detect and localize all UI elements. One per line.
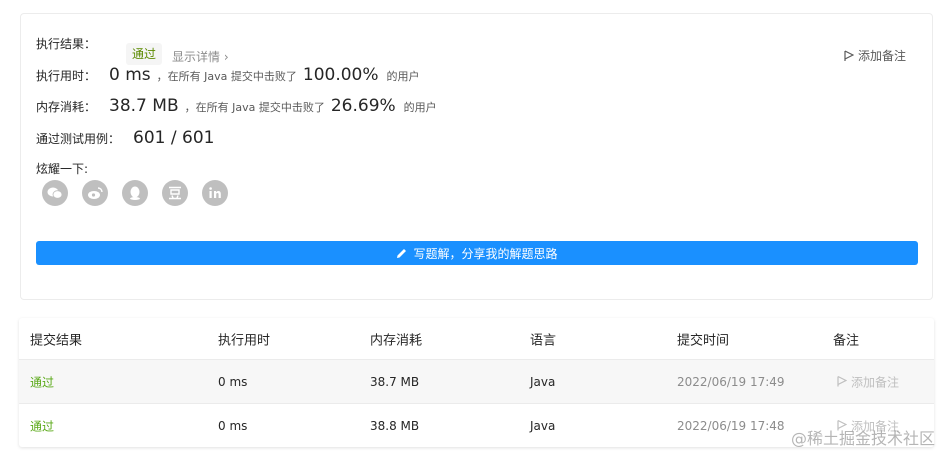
wechat-icon[interactable]: [42, 180, 68, 206]
row-runtime: 0 ms: [218, 418, 248, 433]
show-details-link[interactable]: 显示详情 ›: [172, 48, 229, 65]
header-note: 备注: [833, 333, 860, 348]
share-row: 炫耀一下:: [36, 160, 88, 177]
header-time: 提交时间: [677, 333, 730, 348]
memory-mid: ，在所有 Java 提交中击败了: [184, 101, 325, 114]
flag-icon: [837, 375, 847, 387]
share-icons: [42, 180, 228, 206]
tests-label: 通过测试用例：: [36, 132, 121, 146]
row-language: Java: [530, 418, 556, 433]
row-add-note-button[interactable]: 添加备注: [837, 373, 899, 390]
qq-icon[interactable]: [122, 180, 148, 206]
result-label: 执行结果：: [36, 37, 97, 51]
row-runtime: 0 ms: [218, 374, 248, 389]
row-status-link[interactable]: 通过: [30, 417, 54, 434]
runtime-label: 执行用时：: [36, 69, 97, 83]
add-note-label: 添加备注: [857, 49, 906, 63]
memory-suffix: 的用户: [403, 101, 437, 114]
memory-label: 内存消耗：: [36, 100, 97, 114]
status-badge: 通过: [126, 43, 163, 65]
table-header: 提交结果 执行用时 内存消耗 语言 提交时间 备注: [19, 318, 934, 359]
weibo-icon[interactable]: [82, 180, 108, 206]
share-label: 炫耀一下:: [36, 162, 89, 176]
watermark: @稀土掘金技术社区: [790, 429, 935, 448]
write-solution-label: 写题解，分享我的解题思路: [413, 246, 558, 261]
header-runtime: 执行用时: [218, 333, 271, 348]
row-time: 2022/06/19 17:48: [677, 418, 785, 433]
write-solution-button[interactable]: 写题解，分享我的解题思路: [36, 241, 918, 265]
header-status: 提交结果: [30, 333, 83, 348]
add-note-button[interactable]: 添加备注: [844, 47, 906, 64]
pencil-icon: [397, 248, 407, 258]
tests-row: 通过测试用例： 601 / 601: [36, 128, 220, 148]
linkedin-icon[interactable]: [202, 180, 228, 206]
row-memory: 38.7 MB: [370, 374, 420, 389]
memory-percent: 26.69%: [330, 96, 396, 116]
header-language: 语言: [530, 333, 557, 348]
row-language: Java: [530, 374, 556, 389]
row-add-note-label: 添加备注: [851, 375, 900, 389]
runtime-mid: ，在所有 Java 提交中击败了: [156, 70, 297, 83]
memory-row: 内存消耗： 38.7 MB ，在所有 Java 提交中击败了 26.69% 的用…: [36, 96, 437, 116]
douban-icon[interactable]: [162, 180, 188, 206]
row-status-link[interactable]: 通过: [30, 373, 54, 390]
runtime-row: 执行用时： 0 ms ，在所有 Java 提交中击败了 100.00% 的用户: [36, 65, 420, 85]
runtime-value: 0 ms: [109, 65, 151, 85]
result-row: 执行结果：: [36, 35, 96, 52]
flag-icon: [844, 49, 854, 61]
memory-value: 38.7 MB: [109, 96, 179, 116]
runtime-suffix: 的用户: [386, 70, 420, 83]
tests-value: 601 / 601: [133, 128, 215, 148]
header-memory: 内存消耗: [370, 333, 423, 348]
table-row[interactable]: 通过 0 ms 38.7 MB Java 2022/06/19 17:49 添加…: [19, 359, 934, 403]
row-time: 2022/06/19 17:49: [677, 374, 785, 389]
runtime-percent: 100.00%: [302, 65, 379, 85]
row-memory: 38.8 MB: [370, 418, 420, 433]
